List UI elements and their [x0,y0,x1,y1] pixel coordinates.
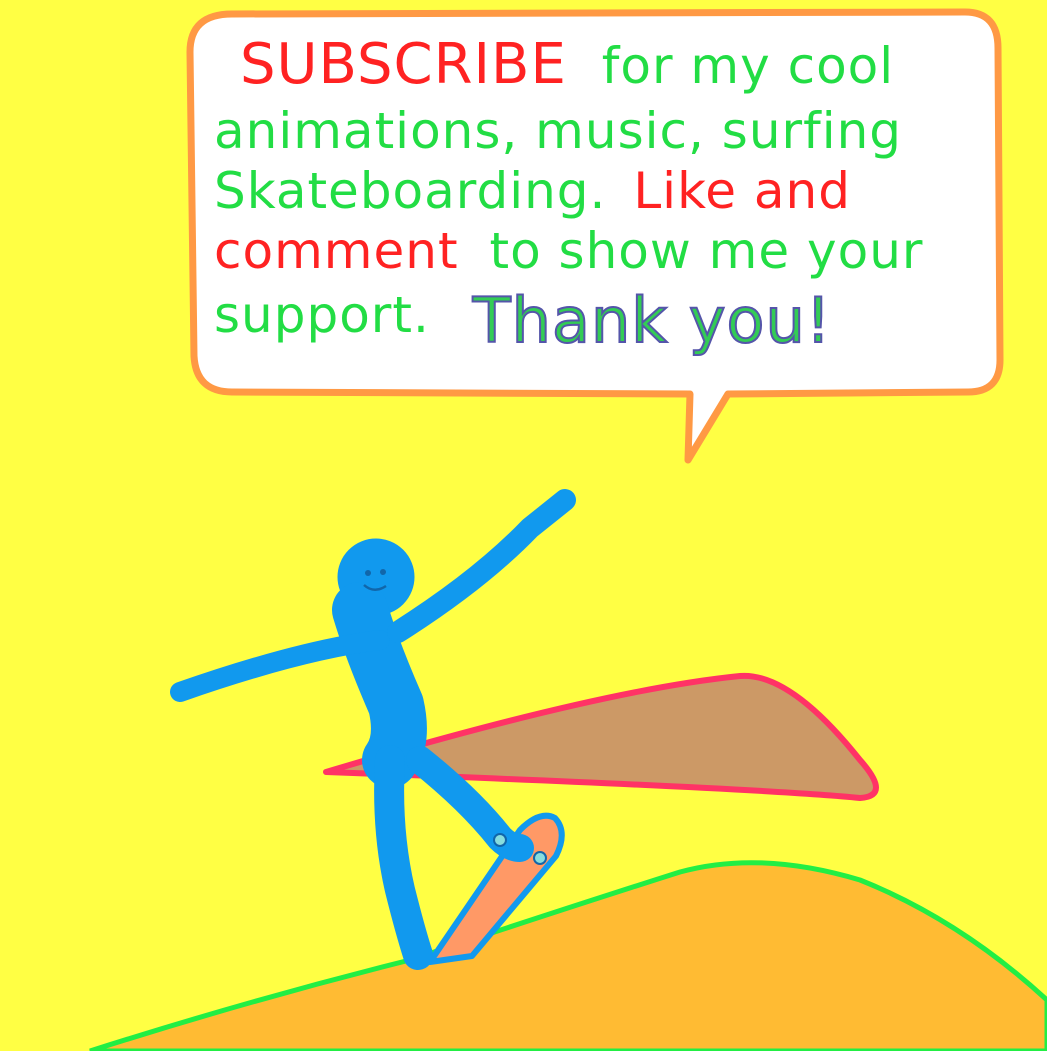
subscribe-text: SUBSCRIBE [240,32,567,97]
line4-green-text: to show me your [489,222,924,280]
thank-you-text: Thank you! [472,284,832,357]
line1-rest-text: for my cool [601,37,895,95]
bubble-line-4: comment to show me your [214,222,923,280]
line3-green-text: Skateboarding. [214,162,607,220]
bubble-line-1: SUBSCRIBE for my cool [240,36,895,96]
line4-red-text: comment [214,222,459,280]
bubble-line-5: support. Thank you! [214,282,832,353]
bubble-line-3: Skateboarding. Like and [214,162,851,220]
line2-text: animations, music, surfing [214,102,903,160]
hill [89,860,1047,1051]
line5-green-text: support. [214,286,430,344]
bubble-line-2: animations, music, surfing [214,102,902,160]
line3-red-text: Like and [633,162,851,220]
